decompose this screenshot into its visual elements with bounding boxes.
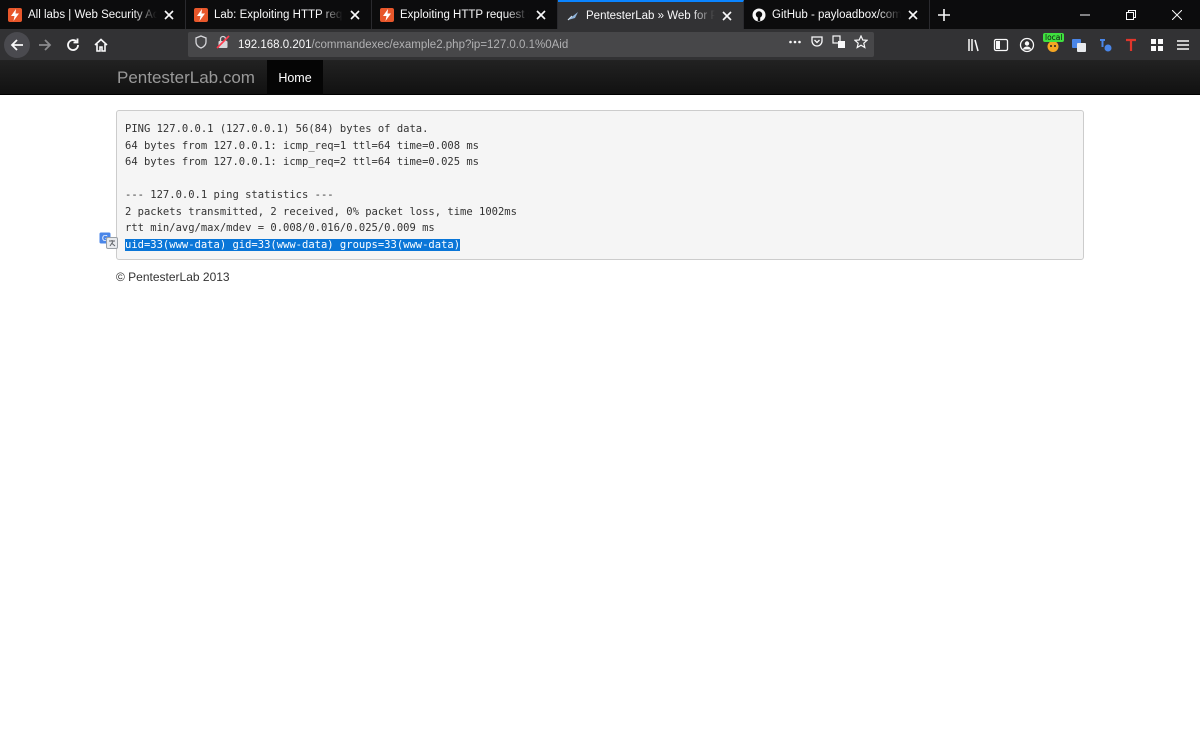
bookmark-star-icon[interactable] xyxy=(853,34,869,54)
account-icon[interactable] xyxy=(1014,32,1040,58)
output-line: 64 bytes from 127.0.0.1: icmp_req=1 ttl=… xyxy=(125,139,480,152)
translate-extension-icon[interactable] xyxy=(1066,32,1092,58)
output-line-selected: uid=33(www-data) gid=33(www-data) groups… xyxy=(125,237,1075,254)
tab-pentesterlab[interactable]: PentesterLab » Web for Pentester xyxy=(558,0,744,29)
pentesterlab-icon xyxy=(566,9,580,23)
selected-text: uid=33(www-data) gid=33(www-data) groups… xyxy=(125,238,461,251)
sidebar-icon[interactable] xyxy=(988,32,1014,58)
output-line: --- 127.0.0.1 ping statistics --- xyxy=(125,189,334,201)
tracking-protection-icon[interactable] xyxy=(194,35,208,54)
url-bar[interactable]: 192.168.0.201/commandexec/example2.php?i… xyxy=(188,32,874,57)
output-line: 2 packets transmitted, 2 received, 0% pa… xyxy=(125,205,517,218)
portswigger-icon xyxy=(8,7,22,22)
output-line: 64 bytes from 127.0.0.1: icmp_req=2 ttl=… xyxy=(125,156,480,168)
close-icon[interactable] xyxy=(161,7,177,23)
tab-title: Exploiting HTTP request smuggling xyxy=(400,8,529,21)
url-path: /commandexec/example2.php?ip=127.0.0.1%0… xyxy=(311,38,569,51)
site-brand[interactable]: PentesterLab.com xyxy=(117,68,255,88)
tab-title: All labs | Web Security Academy xyxy=(28,8,157,21)
tab-lab-smuggling[interactable]: Lab: Exploiting HTTP request smuggling xyxy=(186,0,372,29)
url-host: 192.168.0.201 xyxy=(238,38,312,51)
close-window-button[interactable] xyxy=(1154,0,1200,29)
tab-title: Lab: Exploiting HTTP request smuggling xyxy=(214,8,343,21)
translate-selection-icon[interactable]: G xyxy=(99,232,118,249)
local-badge: local xyxy=(1043,32,1065,42)
github-icon xyxy=(752,8,766,22)
reload-button[interactable] xyxy=(60,32,86,58)
home-button[interactable] xyxy=(88,32,114,58)
back-button[interactable] xyxy=(4,31,30,58)
tab-title: PentesterLab » Web for Pentester xyxy=(586,9,715,22)
url-text[interactable]: 192.168.0.201/commandexec/example2.php?i… xyxy=(238,39,568,51)
close-icon[interactable] xyxy=(719,8,735,24)
page-actions-icon[interactable] xyxy=(788,35,802,54)
extension-local-icon[interactable]: local xyxy=(1040,32,1066,58)
library-icon[interactable] xyxy=(962,32,988,58)
close-icon[interactable] xyxy=(905,7,921,23)
portswigger-icon xyxy=(380,7,394,22)
translate-page-icon[interactable] xyxy=(832,35,846,54)
close-icon[interactable] xyxy=(347,7,363,23)
output-line: PING 127.0.0.1 (127.0.0.1) 56(84) bytes … xyxy=(125,123,429,135)
tab-title: GitHub - payloadbox/command-injection xyxy=(772,8,901,21)
extensions-grid-icon[interactable] xyxy=(1144,32,1170,58)
tab-strip: All labs | Web Security Academy Lab: Exp… xyxy=(0,0,1200,29)
t-extension-icon[interactable] xyxy=(1118,32,1144,58)
translator-icon[interactable] xyxy=(1092,32,1118,58)
tab-all-labs[interactable]: All labs | Web Security Academy xyxy=(0,0,186,29)
nav-home-link[interactable]: Home xyxy=(267,60,323,95)
restore-button[interactable] xyxy=(1108,0,1154,29)
tab-github[interactable]: GitHub - payloadbox/command-injection xyxy=(744,0,930,29)
forward-button[interactable] xyxy=(32,32,58,58)
menu-icon[interactable] xyxy=(1170,32,1196,58)
portswigger-icon xyxy=(194,7,208,22)
window-controls xyxy=(1062,0,1200,29)
toolbar-extensions: local xyxy=(962,29,1200,60)
pocket-icon[interactable] xyxy=(810,35,824,54)
minimize-button[interactable] xyxy=(1062,0,1108,29)
page-footer: © PentesterLab 2013 xyxy=(116,270,230,284)
output-line: rtt min/avg/max/mdev = 0.008/0.016/0.025… xyxy=(125,222,435,234)
new-tab-button[interactable] xyxy=(930,0,958,29)
site-navbar: PentesterLab.com Home xyxy=(0,60,1200,95)
insecure-lock-icon[interactable] xyxy=(216,35,230,54)
command-output: PING 127.0.0.1 (127.0.0.1) 56(84) bytes … xyxy=(116,110,1084,260)
tab-exploiting-smuggling[interactable]: Exploiting HTTP request smuggling xyxy=(372,0,558,29)
close-icon[interactable] xyxy=(533,7,549,23)
